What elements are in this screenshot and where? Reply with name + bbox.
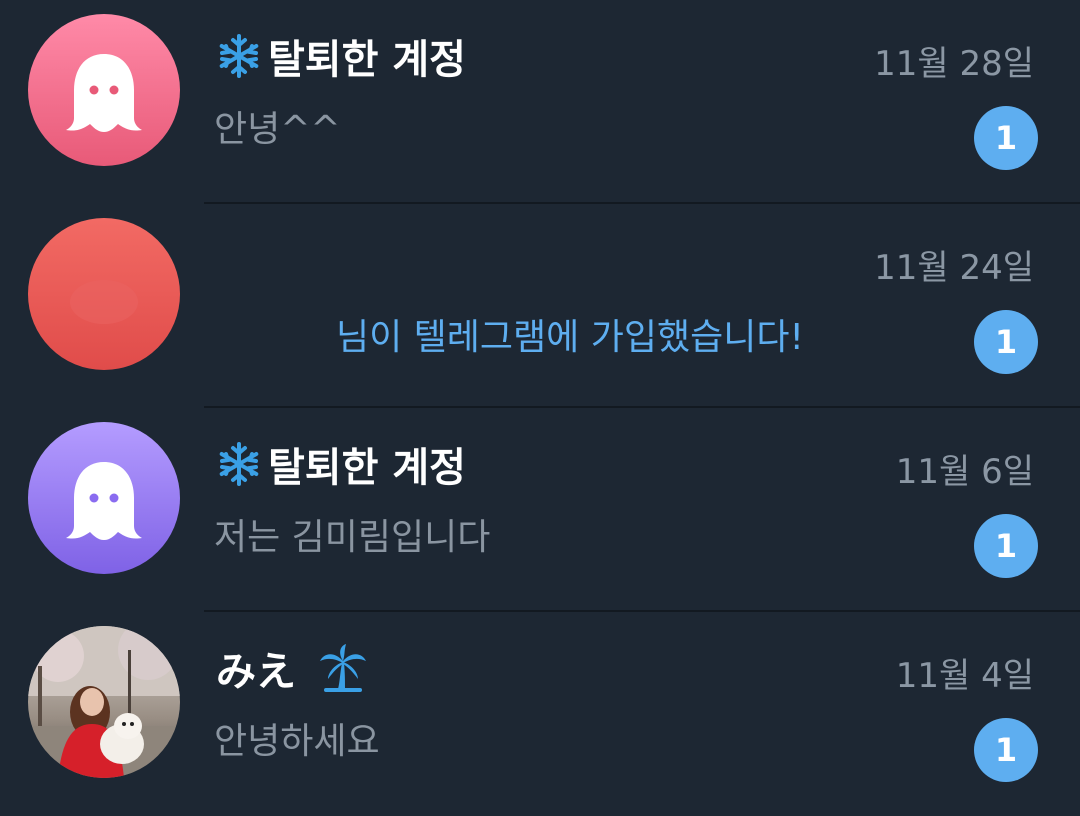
chat-name: 탈퇴한 계정 (268, 37, 466, 83)
chat-title: みえ (216, 640, 368, 696)
unread-badge: 1 (974, 718, 1038, 782)
snowflake-icon (219, 442, 259, 486)
unread-badge: 1 (974, 106, 1038, 170)
chat-avatar[interactable] (28, 218, 180, 370)
profile-photo (28, 626, 180, 778)
chat-row[interactable]: みえ 11월 4일 안녕하세요 1 (0, 612, 1080, 816)
chat-title: 탈퇴한 계정 (216, 28, 466, 84)
service-message: 님이 텔레그램에 가입했습니다! (336, 317, 804, 358)
chat-name: 탈퇴한 계정 (268, 445, 466, 491)
palm-tree-icon (320, 644, 366, 692)
unread-badge: 1 (974, 514, 1038, 578)
chat-preview: 저는 김미림입니다 (214, 517, 491, 558)
chat-avatar[interactable] (28, 422, 180, 574)
snowflake-icon (219, 34, 259, 78)
chat-list: 탈퇴한 계정 11월 28일 안녕^^ 1 11월 24일 님이 텔레그램에 가… (0, 0, 1080, 808)
chat-date: 11월 28일 (874, 44, 1034, 84)
chat-date: 11월 4일 (895, 656, 1034, 696)
chat-preview: 안녕하세요 (214, 721, 380, 762)
chat-name: みえ (216, 649, 296, 695)
chat-row[interactable]: 탈퇴한 계정 11월 28일 안녕^^ 1 (0, 0, 1080, 204)
blurred-avatar-icon (70, 280, 138, 324)
chat-row[interactable]: 탈퇴한 계정 11월 6일 저는 김미림입니다 1 (0, 408, 1080, 612)
chat-avatar[interactable] (28, 626, 180, 778)
chat-date: 11월 6일 (895, 452, 1034, 492)
chat-title: 탈퇴한 계정 (216, 436, 466, 492)
chat-row[interactable]: 11월 24일 님이 텔레그램에 가입했습니다! 1 (0, 204, 1080, 408)
ghost-icon (66, 54, 142, 132)
chat-date: 11월 24일 (874, 248, 1034, 288)
chat-avatar[interactable] (28, 14, 180, 166)
unread-badge: 1 (974, 310, 1038, 374)
chat-preview: 안녕^^ (214, 109, 341, 150)
ghost-icon (66, 462, 142, 540)
